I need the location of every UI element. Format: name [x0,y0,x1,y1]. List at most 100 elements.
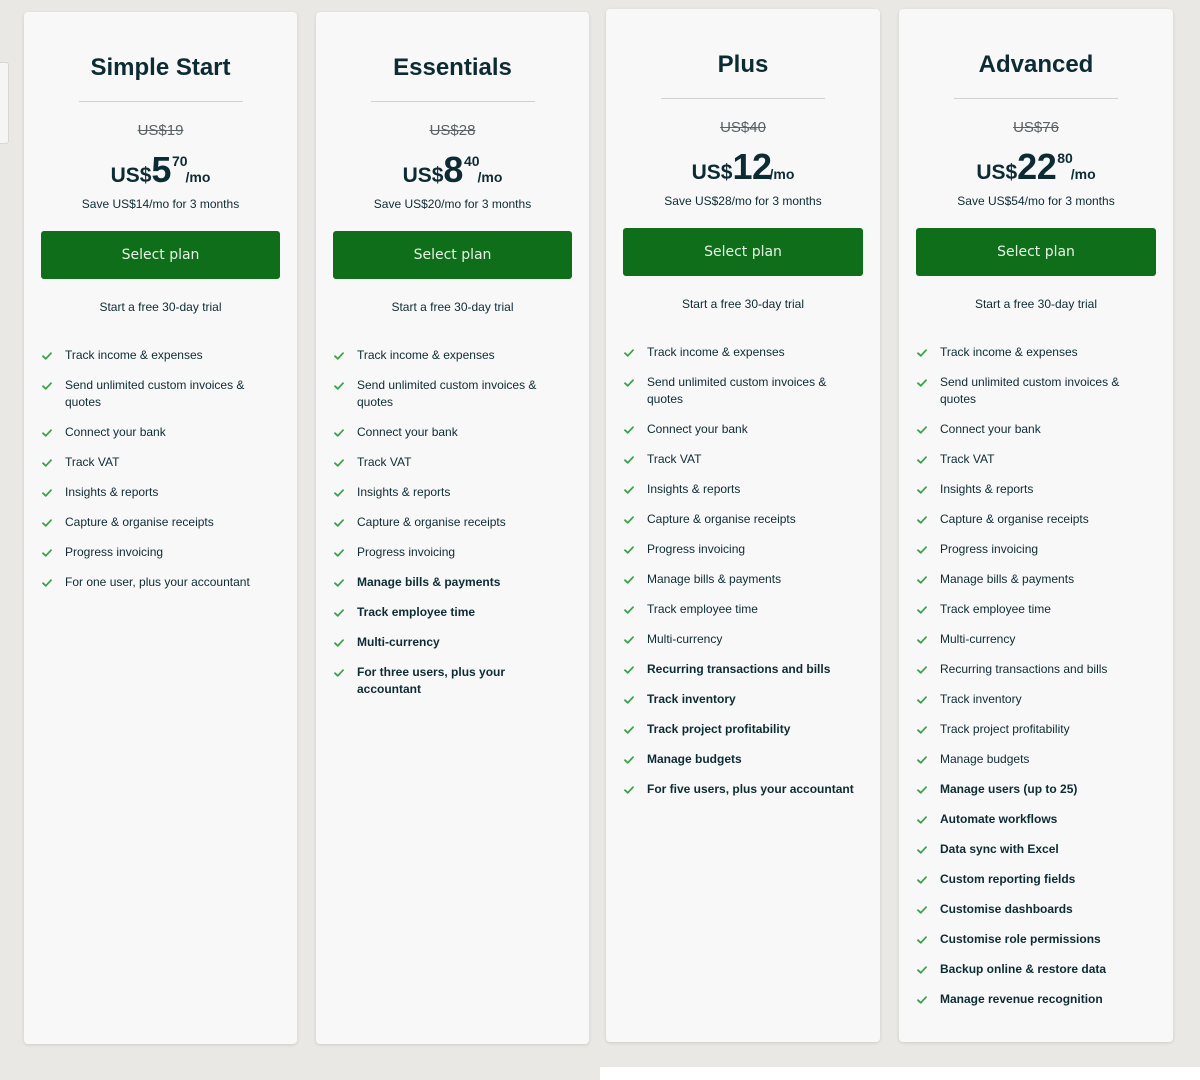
checkmark-icon [624,481,634,498]
checkmark-icon [624,511,634,528]
feature-text: Manage revenue recognition [940,992,1103,1006]
select-plan-button[interactable]: Select plan [333,231,572,279]
feature-text: For one user, plus your accountant [65,575,250,589]
checkmark-icon [624,571,634,588]
feature-text: Send unlimited custom invoices & quotes [65,378,245,409]
feature-text: Insights & reports [65,485,159,499]
checkmark-icon [624,451,634,468]
feature-text: Manage budgets [940,752,1030,766]
checkmark-icon [917,631,927,648]
feature-text: Track employee time [647,602,758,616]
feature-list: Track income & expenses Send unlimited cu… [623,344,860,811]
free-trial-text: Start a free 30-day trial [974,297,1098,311]
checkmark-icon [624,751,634,768]
feature-item: Customise dashboards [916,901,1153,918]
feature-text: Track VAT [940,452,995,466]
feature-item: Capture & organise receipts [623,511,860,528]
price-period: /mo [1070,166,1096,182]
feature-item: Send unlimited custom invoices & quotes [41,377,277,411]
feature-text: Track project profitability [940,722,1070,736]
original-price: US$40 [720,119,766,136]
divider [661,98,825,99]
feature-text: Recurring transactions and bills [940,662,1108,676]
plan-card-plus: Plus US$40 US$12/mo Save US$28/mo for 3 … [606,9,880,1042]
plan-card-advanced: Advanced US$76 US$2280/mo Save US$54/mo … [899,9,1173,1042]
checkmark-icon [917,931,927,948]
feature-item: Track income & expenses [623,344,860,361]
price-currency: US$ [691,161,733,184]
feature-item: Custom reporting fields [916,871,1153,888]
feature-text: Progress invoicing [65,545,164,559]
checkmark-icon [917,571,927,588]
feature-item: Track inventory [623,691,860,708]
feature-text: Progress invoicing [357,545,456,559]
checkmark-icon [42,424,52,441]
price-integer: 22 [1017,146,1057,187]
checkmark-icon [624,344,634,361]
feature-item: Track VAT [623,451,860,468]
feature-item: Progress invoicing [916,541,1153,558]
feature-item: Multi-currency [333,634,569,651]
feature-item: Manage bills & payments [916,571,1153,588]
checkmark-icon [334,604,344,621]
price-cents: 70 [171,153,188,169]
divider [954,98,1118,99]
feature-text: Track income & expenses [940,345,1078,359]
feature-text: Connect your bank [940,422,1041,436]
feature-item: Track employee time [916,601,1153,618]
savings-text: Save US$28/mo for 3 months [664,194,822,208]
feature-text: Track income & expenses [357,348,495,362]
feature-item: For one user, plus your accountant [41,574,277,591]
feature-item: Track inventory [916,691,1153,708]
feature-item: Manage users (up to 25) [916,781,1153,798]
checkmark-icon [334,634,344,651]
feature-text: For five users, plus your accountant [647,782,854,796]
feature-item: For five users, plus your accountant [623,781,860,798]
feature-item: Connect your bank [333,424,569,441]
checkmark-icon [334,454,344,471]
checkmark-icon [624,541,634,558]
plan-name: Plus [717,51,769,78]
savings-text: Save US$54/mo for 3 months [957,194,1115,208]
feature-item: Insights & reports [623,481,860,498]
feature-text: Backup online & restore data [940,962,1107,976]
feature-item: Send unlimited custom invoices & quotes [623,374,860,408]
feature-text: Send unlimited custom invoices & quotes [940,375,1120,406]
checkmark-icon [917,661,927,678]
feature-item: Automate workflows [916,811,1153,828]
feature-text: Track inventory [647,692,736,706]
checkmark-icon [917,451,927,468]
price-currency: US$ [976,161,1018,184]
checkmark-icon [334,347,344,364]
feature-item: Send unlimited custom invoices & quotes [333,377,569,411]
checkmark-icon [624,661,634,678]
checkmark-icon [334,544,344,561]
original-price: US$28 [429,122,476,139]
feature-item: Track employee time [333,604,569,621]
feature-item: Recurring transactions and bills [623,661,860,678]
checkmark-icon [624,691,634,708]
discounted-price: US$840/mo [316,149,589,191]
feature-text: Connect your bank [357,425,458,439]
plan-card-essentials: Essentials US$28 US$840/mo Save US$20/mo… [316,12,589,1044]
select-plan-button[interactable]: Select plan [41,231,280,279]
checkmark-icon [917,374,927,391]
price-cents: 80 [1057,150,1073,166]
feature-text: Track income & expenses [647,345,785,359]
feature-text: Capture & organise receipts [357,515,506,529]
feature-list: Track income & expenses Send unlimited cu… [41,347,277,604]
feature-item: Progress invoicing [623,541,860,558]
select-plan-button[interactable]: Select plan [916,228,1156,276]
feature-text: Progress invoicing [940,542,1039,556]
feature-text: Capture & organise receipts [65,515,214,529]
feature-item: Capture & organise receipts [41,514,277,531]
feature-text: Insights & reports [647,482,741,496]
select-plan-button[interactable]: Select plan [623,228,863,276]
checkmark-icon [917,961,927,978]
feature-text: Manage budgets [647,752,742,766]
feature-item: Insights & reports [333,484,569,501]
checkmark-icon [334,514,344,531]
feature-item: Customise role permissions [916,931,1153,948]
checkmark-icon [917,721,927,738]
discounted-price: US$570/mo [24,149,297,191]
